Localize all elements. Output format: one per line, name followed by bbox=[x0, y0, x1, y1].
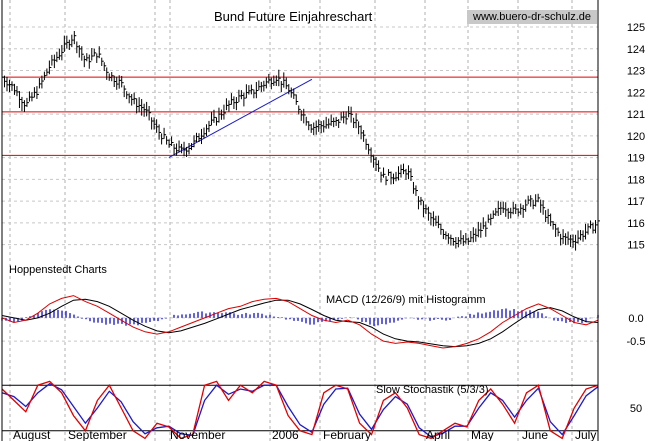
publisher-label: Hoppenstedt Charts bbox=[9, 264, 107, 276]
x-tick-label: February bbox=[323, 428, 371, 441]
source-url-badge[interactable]: www.buero-dr-schulz.de bbox=[467, 10, 597, 24]
stochastic-tick-label: 50 bbox=[630, 403, 642, 415]
price-tick-label: 119 bbox=[627, 153, 645, 165]
bund-future-chart: 115 116 117 118 119 120 121 122 123 124 125 0.0 -0.5… bbox=[1, 0, 646, 441]
x-tick-label: 2006 bbox=[272, 428, 299, 441]
chart-title: Bund Future Einjahreschart bbox=[214, 9, 373, 24]
x-tick-label: May bbox=[471, 428, 494, 441]
x-tick-label: September bbox=[68, 428, 127, 441]
chart-canvas: 115 116 117 118 119 120 121 122 123 124 125 0.0 -0.5… bbox=[0, 0, 672, 441]
macd-tick-label: 0.0 bbox=[628, 313, 643, 325]
macd-label: MACD (12/26/9) mit Histogramm bbox=[326, 294, 486, 306]
price-tick-label: 125 bbox=[627, 22, 645, 34]
price-tick-label: 116 bbox=[627, 218, 645, 230]
macd-tick-label: -0.5 bbox=[627, 336, 646, 348]
price-tick-label: 123 bbox=[627, 66, 645, 78]
price-tick-label: 118 bbox=[627, 174, 645, 186]
stochastic-label: Slow Stochastik (5/3/3) bbox=[376, 384, 489, 396]
x-tick-label: November bbox=[170, 428, 225, 441]
price-tick-label: 124 bbox=[627, 44, 645, 56]
price-tick-label: 120 bbox=[627, 131, 645, 143]
x-tick-label: July bbox=[575, 428, 596, 441]
macd-signal-line bbox=[1, 298, 599, 348]
price-tick-label: 117 bbox=[627, 196, 645, 208]
price-tick-label: 122 bbox=[627, 87, 645, 99]
price-tick-label: 115 bbox=[627, 240, 645, 252]
price-tick-label: 121 bbox=[627, 109, 645, 121]
x-tick-label: April bbox=[426, 428, 450, 441]
x-tick-label: June bbox=[522, 428, 548, 441]
x-tick-label: August bbox=[13, 428, 51, 441]
